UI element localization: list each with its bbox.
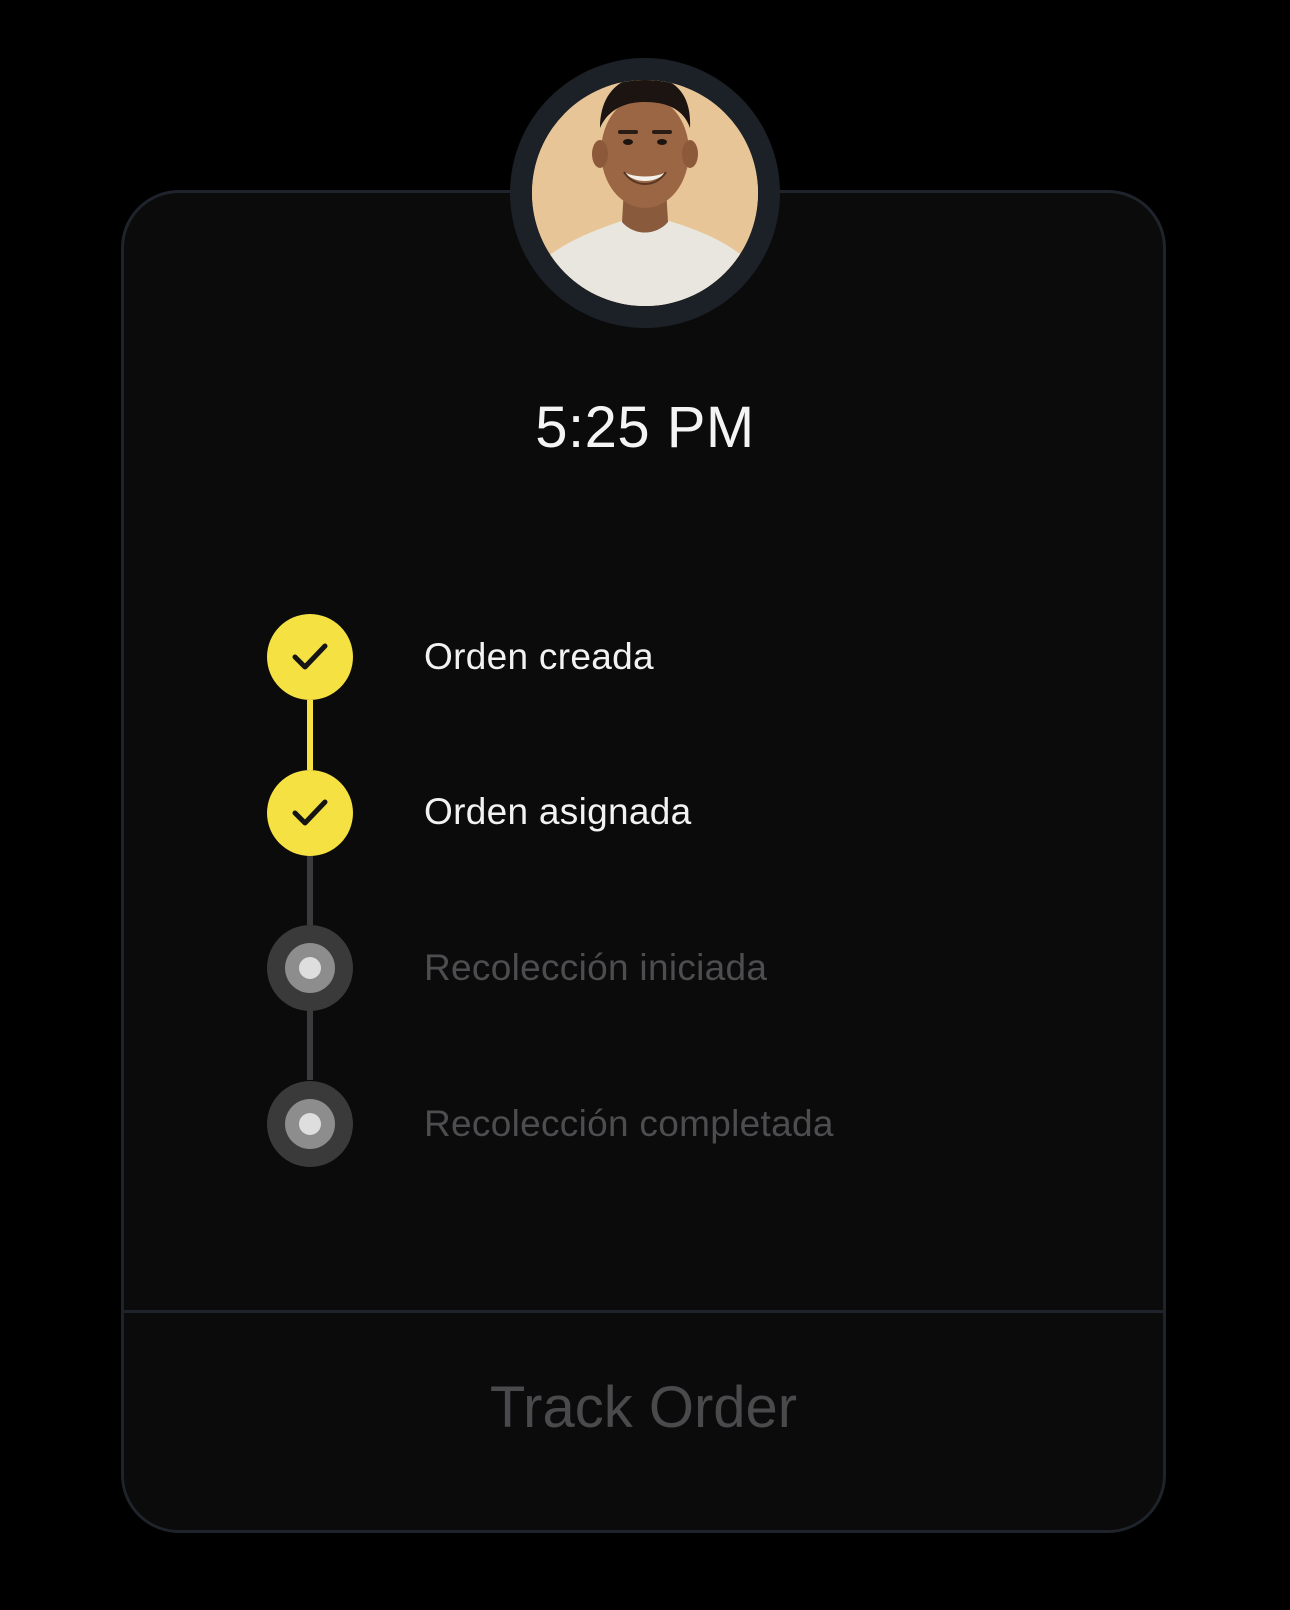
check-icon (292, 643, 328, 670)
check-icon (292, 799, 328, 826)
timeline-connector (307, 1010, 313, 1080)
order-progress-timeline: Orden creada Orden asignada Recolección … (0, 0, 1290, 1610)
timeline-connector (307, 855, 313, 925)
step-status-pending (267, 925, 353, 1011)
step-label: Recolección iniciada (424, 947, 768, 988)
step-label: Orden creada (424, 636, 654, 677)
timeline-connector (307, 700, 313, 770)
step-label: Recolección completada (424, 1103, 834, 1144)
radio-dot-icon (285, 1099, 335, 1149)
step-status-pending (267, 1081, 353, 1167)
step-label: Orden asignada (424, 791, 692, 832)
radio-dot-icon (285, 943, 335, 993)
step-status-done (267, 770, 353, 856)
step-status-done (267, 614, 353, 700)
